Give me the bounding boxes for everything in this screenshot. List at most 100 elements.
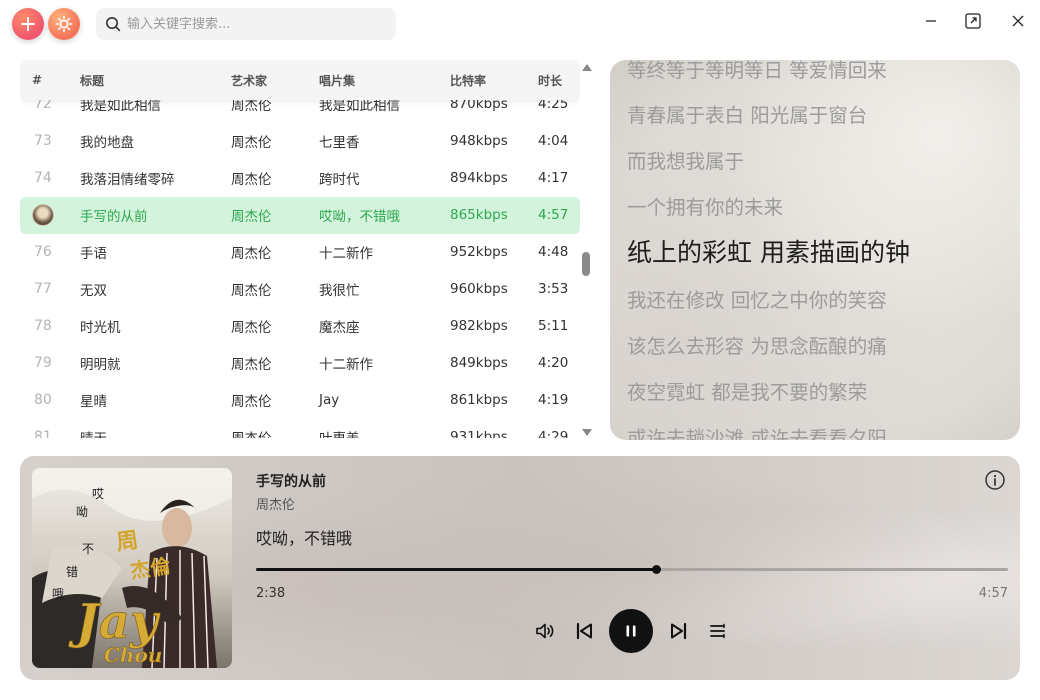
next-button[interactable] [666, 618, 692, 644]
track-bitrate: 948kbps [450, 133, 508, 150]
track-title: 晴天 [80, 427, 231, 438]
album-cover[interactable]: 哎 呦 不 错 哦 周 杰倫 Jay Chou [32, 468, 232, 668]
minimize-button[interactable] [920, 10, 942, 32]
close-icon [1012, 15, 1024, 27]
track-bitrate: 982kbps [450, 318, 508, 335]
player-bar: 哎 呦 不 错 哦 周 杰倫 Jay Chou 手写的从前 周杰伦 哎呦，不错哦… [20, 456, 1020, 680]
track-bitrate: 894kbps [450, 170, 508, 187]
plus-icon [21, 17, 35, 31]
table-scrollbar[interactable] [580, 60, 594, 440]
scroll-up-arrow[interactable] [582, 64, 592, 71]
progress-fill [256, 568, 657, 571]
info-icon [985, 470, 1005, 490]
track-duration: 5:11 [538, 318, 569, 335]
table-row[interactable]: 78 时光机 周杰伦 魔杰座 982kbps 5:11 [20, 308, 580, 345]
add-button[interactable] [12, 8, 44, 40]
track-artist: 周杰伦 [231, 320, 272, 337]
track-artist: 周杰伦 [231, 209, 272, 226]
header-bitrate[interactable]: 比特率 [450, 72, 538, 89]
lyric-line[interactable]: 该怎么去形容 为思念酝酿的痛 [627, 330, 887, 359]
table-row[interactable]: 76 手语 周杰伦 十二新作 952kbps 4:48 [20, 234, 580, 271]
track-bitrate: 952kbps [450, 244, 508, 261]
track-duration: 4:29 [538, 429, 569, 438]
svg-text:哎: 哎 [92, 487, 104, 501]
volume-icon [536, 623, 554, 639]
table-row[interactable]: 77 无双 周杰伦 我很忙 960kbps 3:53 [20, 271, 580, 308]
search-input[interactable] [127, 16, 387, 32]
svg-text:Jay: Jay [68, 594, 161, 650]
header-title[interactable]: 标题 [80, 72, 231, 89]
track-artist: 周杰伦 [231, 246, 272, 263]
search-icon [106, 17, 121, 32]
track-number: 74 [34, 170, 52, 187]
table-row-playing[interactable]: 手写的从前 周杰伦 哎呦，不错哦 865kbps 4:57 [20, 197, 580, 234]
header-artist[interactable]: 艺术家 [231, 72, 319, 89]
track-title: 手写的从前 [80, 209, 148, 226]
track-title: 明明就 [80, 357, 121, 374]
svg-text:周: 周 [115, 527, 140, 556]
skip-previous-icon [576, 622, 592, 640]
lyric-line[interactable]: 而我想我属于 [627, 145, 744, 174]
scroll-thumb[interactable] [582, 252, 590, 276]
svg-text:Chou: Chou [104, 643, 162, 667]
lyric-line[interactable]: 一个拥有你的未来 [627, 191, 783, 220]
info-button[interactable] [984, 469, 1006, 491]
lyric-line[interactable]: 或许去趟沙滩 或许去看看夕阳 [627, 422, 887, 440]
progress-slider[interactable] [256, 565, 1008, 574]
table-row[interactable]: 79 明明就 周杰伦 十二新作 849kbps 4:20 [20, 345, 580, 382]
track-duration: 4:20 [538, 355, 569, 372]
close-button[interactable] [1007, 10, 1029, 32]
track-table: 72 我是如此相信 周杰伦 我是如此相信 870kbps 4:25 73 我的地… [20, 60, 580, 438]
song-artist[interactable]: 周杰伦 [256, 494, 295, 513]
track-number: 80 [34, 392, 52, 409]
table-row[interactable]: 74 我落泪情绪零碎 周杰伦 跨时代 894kbps 4:17 [20, 160, 580, 197]
track-duration: 4:17 [538, 170, 569, 187]
volume-button[interactable] [532, 618, 558, 644]
track-title: 手语 [80, 246, 107, 263]
svg-text:哦: 哦 [52, 587, 64, 601]
track-title: 时光机 [80, 320, 121, 337]
play-pause-button[interactable] [609, 609, 653, 653]
progress-knob[interactable] [652, 565, 662, 574]
track-number: 81 [34, 429, 52, 438]
track-artist: 周杰伦 [231, 394, 272, 411]
song-title: 手写的从前 [256, 474, 326, 490]
svg-text:不: 不 [82, 542, 94, 556]
track-duration: 3:53 [538, 281, 569, 298]
table-row[interactable]: 80 星晴 周杰伦 Jay 861kbps 4:19 [20, 382, 580, 419]
table-row[interactable]: 73 我的地盘 周杰伦 七里香 948kbps 4:04 [20, 123, 580, 160]
header-album[interactable]: 唱片集 [319, 72, 450, 89]
pause-icon [626, 625, 636, 637]
lyric-line-current[interactable]: 纸上的彩虹 用素描画的钟 [627, 233, 910, 269]
track-number: 78 [34, 318, 52, 335]
album-art: 哎 呦 不 错 哦 周 杰倫 Jay Chou [32, 468, 232, 668]
lyric-line[interactable]: 我还在修改 回忆之中你的笑容 [627, 284, 887, 313]
svg-text:呦: 呦 [76, 505, 88, 519]
track-duration: 4:04 [538, 133, 569, 150]
playlist-button[interactable] [705, 618, 731, 644]
lyrics-panel[interactable]: 等终等于等明等日 等爱情回来 青春属于表白 阳光属于窗台 而我想我属于 一个拥有… [610, 60, 1020, 440]
track-album: 七里香 [319, 135, 360, 152]
mini-album-cover [32, 204, 54, 227]
track-artist: 周杰伦 [231, 172, 272, 189]
theme-toggle-button[interactable] [48, 8, 80, 40]
scroll-down-arrow[interactable] [582, 429, 592, 436]
track-number: 79 [34, 355, 52, 372]
track-album: 十二新作 [319, 357, 373, 374]
track-number: 73 [34, 133, 52, 150]
lyric-line[interactable]: 夜空霓虹 都是我不要的繁荣 [627, 376, 867, 405]
table-row[interactable]: 81 晴天 周杰伦 叶惠美 931kbps 4:29 [20, 419, 580, 438]
minimize-icon [926, 20, 936, 22]
track-artist: 周杰伦 [231, 427, 319, 438]
table-header: # 标题 艺术家 唱片集 比特率 时长 [20, 60, 580, 100]
open-window-button[interactable] [962, 10, 984, 32]
lyric-line[interactable]: 青春属于表白 阳光属于窗台 [627, 99, 867, 128]
now-playing-thumb [20, 204, 80, 227]
header-duration[interactable]: 时长 [538, 72, 580, 89]
track-duration: 4:57 [538, 207, 569, 224]
skip-next-icon [671, 622, 687, 640]
search-box[interactable] [96, 8, 396, 40]
previous-button[interactable] [571, 618, 597, 644]
header-num[interactable]: # [20, 73, 80, 87]
lyric-line[interactable]: 等终等于等明等日 等爱情回来 [627, 60, 887, 83]
